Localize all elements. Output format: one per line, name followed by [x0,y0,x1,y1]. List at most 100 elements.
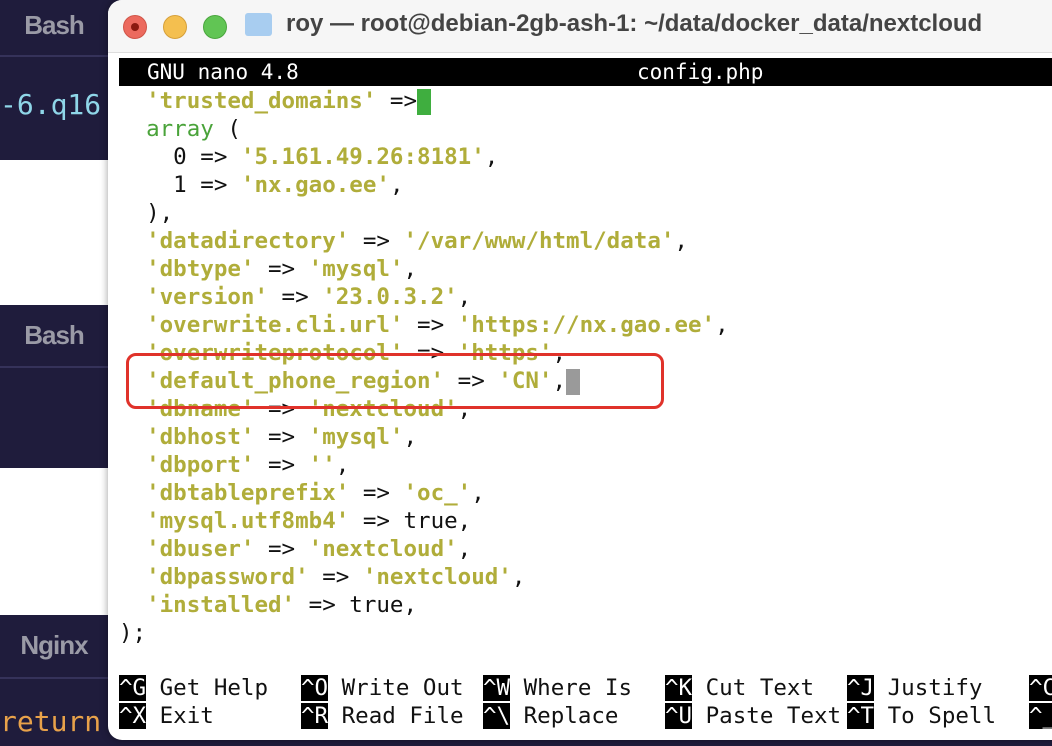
code-text: ( [213,116,241,142]
code-text: , [457,536,472,562]
shortcut-key: ^W [483,675,511,701]
bg-tab-nginx[interactable]: Nginx [0,630,108,661]
config-key: 'dbpassword' [119,564,309,590]
shortcut-key: ^U [665,703,693,729]
code-text: => [349,480,404,506]
code-text: , [484,144,499,170]
code-text: => true, [349,508,472,534]
shortcut--c[interactable]: ^C [1029,674,1052,702]
string-value: 'nextcloud' [362,564,512,590]
code-line: 'dbtype' => 'mysql', [119,255,417,283]
code-text: , [511,564,526,590]
code-line: 'dbport' => '', [119,451,349,479]
shortcut-key: ^\ [483,703,511,729]
config-key: 'installed' [119,592,296,618]
string-value: 'nx.gao.ee' [240,172,390,198]
config-key: 'version' [119,284,269,310]
shortcut-label: Write Out [328,675,464,701]
shortcut-label: Read File [328,703,464,729]
config-key: 'dbtype' [119,256,255,282]
code-line: 'overwrite.cli.url' => 'https://nx.gao.e… [119,311,729,339]
code-line: 'mysql.utf8mb4' => true, [119,507,471,535]
shortcut-label: Replace [510,703,619,729]
shortcut-read-file[interactable]: ^R Read File [301,702,464,730]
shortcut-key: ^_ [1029,703,1052,729]
code-text: => true, [295,592,418,618]
shortcut--[interactable]: ^_ [1029,702,1052,730]
string-value: '5.161.49.26:8181' [240,144,485,170]
divider [0,677,108,679]
config-key: 'dbuser' [119,536,255,562]
shortcut-where-is[interactable]: ^W Where Is [483,674,632,702]
code-line: array ( [119,115,241,143]
string-value: 'nextcloud' [308,536,458,562]
code-line: 'installed' => true, [119,591,417,619]
shortcut-key: ^C [1029,675,1052,701]
window-title: roy — root@debian-2gb-ash-1: ~/data/dock… [286,10,983,37]
code-text: => [349,228,404,254]
shortcut-paste-text[interactable]: ^U Paste Text [665,702,841,730]
shortcut-exit[interactable]: ^X Exit [119,702,214,730]
code-text: , [674,228,688,254]
string-value: '' [308,452,336,478]
title-bar: roy — root@debian-2gb-ash-1: ~/data/dock… [108,0,1052,53]
shortcut-key: ^T [847,703,875,729]
bg-code-text: return [0,705,102,738]
code-text: , [403,424,418,450]
code-text: 0 => [119,144,241,170]
config-key: 'datadirectory' [119,228,350,254]
code-line: 'dbuser' => 'nextcloud', [119,535,471,563]
shortcut-label: Cut Text [692,675,815,701]
bg-tab-bash[interactable]: Bash [0,10,108,41]
code-line: 'dbtableprefix' => 'oc_', [119,479,485,507]
bg-panel-white-2 [0,468,120,615]
config-key: 'dbport' [119,452,255,478]
zoom-button[interactable] [203,15,227,39]
shortcut-justify[interactable]: ^J Justify [847,674,982,702]
string-value: 'mysql' [308,256,404,282]
code-text: 1 => [119,172,241,198]
shortcut-to-spell[interactable]: ^T To Spell [847,702,996,730]
config-key: 'dbtableprefix' [119,480,350,506]
nano-header: GNU nano 4.8 config.php [119,58,1052,86]
shortcut-label: Paste Text [692,703,842,729]
code-line: 0 => '5.161.49.26:8181', [119,143,498,171]
code-line: 'version' => '23.0.3.2', [119,283,471,311]
bg-tab-bash-2[interactable]: Bash [0,320,108,351]
code-text: , [715,312,729,338]
keyword: array [119,116,214,142]
shortcut-key: ^X [119,703,147,729]
code-line: ), [119,199,173,227]
code-text: ), [119,200,174,226]
shortcut-cut-text[interactable]: ^K Cut Text [665,674,814,702]
string-value: '/var/www/html/data' [403,228,675,254]
code-text: => [403,312,458,338]
config-key: 'dbhost' [119,424,255,450]
shortcut-replace[interactable]: ^\ Replace [483,702,618,730]
shortcut-key: ^J [847,675,875,701]
code-line: 'dbpassword' => 'nextcloud', [119,563,525,591]
bg-panel-white-1 [0,160,120,305]
shortcut-key: ^K [665,675,693,701]
shortcut-write-out[interactable]: ^O Write Out [301,674,464,702]
highlight-box [126,353,664,409]
shortcut-get-help[interactable]: ^G Get Help [119,674,268,702]
close-dot-icon [131,23,139,31]
code-text: => [254,424,309,450]
shortcut-label: Justify [874,675,983,701]
code-text: ); [119,620,147,646]
cursor [417,88,432,115]
code-text: , [403,256,418,282]
bg-code-text: -6.q16 [0,88,102,121]
code-line: ); [119,619,146,647]
code-line: 'dbhost' => 'mysql', [119,423,417,451]
minimize-button[interactable] [163,15,187,39]
close-button[interactable] [123,15,147,39]
config-key: 'overwrite.cli.url' [119,312,404,338]
shortcut-label: Exit [146,703,214,729]
nano-version: GNU nano 4.8 [147,60,299,84]
shortcut-key: ^R [301,703,329,729]
code-text: => [268,284,323,310]
code-text: => [376,88,418,114]
string-value: 'https://nx.gao.ee' [457,312,716,338]
